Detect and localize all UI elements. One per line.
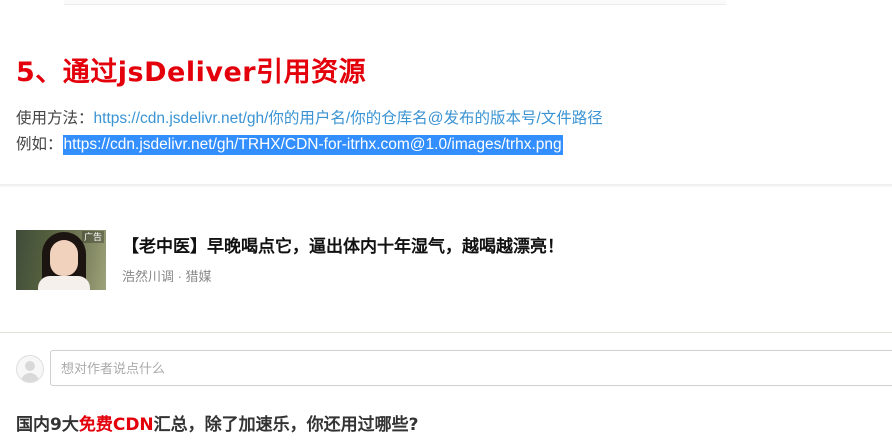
article-end-divider <box>0 184 892 187</box>
ad-card[interactable]: 广告 【老中医】早晚喝点它，逼出体内十年湿气，越喝越漂亮！ 浩然川调 · 猎媒 <box>16 230 892 292</box>
section-heading: 5、通过jsDeliver引用资源 <box>16 57 367 88</box>
previous-code-block-edge <box>64 0 726 5</box>
related-highlight: 免费CDN <box>78 415 154 435</box>
avatar-head <box>25 361 35 371</box>
ad-source: 浩然川调 · 猎媒 <box>122 269 212 284</box>
ad-thumbnail[interactable]: 广告 <box>16 230 106 290</box>
comment-input[interactable] <box>50 350 892 386</box>
related-prefix: 国内9大 <box>16 415 79 435</box>
usage-label: 使用方法： <box>16 110 94 127</box>
ad-title[interactable]: 【老中医】早晚喝点它，逼出体内十年湿气，越喝越漂亮！ <box>122 232 564 257</box>
usage-link[interactable]: https://cdn.jsdelivr.net/gh/你的用户名/你的仓库名@… <box>94 110 603 127</box>
example-link-selected[interactable]: https://cdn.jsdelivr.net/gh/TRHX/CDN-for… <box>62 135 563 155</box>
thumbnail-face <box>50 240 78 276</box>
thumbnail-shirt <box>38 276 90 290</box>
comment-divider <box>0 332 892 333</box>
related-suffix: 汇总，除了加速乐，你还用过哪些? <box>153 415 419 435</box>
example-line: 例如：https://cdn.jsdelivr.net/gh/TRHX/CDN-… <box>16 132 563 155</box>
user-avatar-icon <box>16 355 44 383</box>
example-label: 例如： <box>16 136 63 153</box>
ad-badge: 广告 <box>81 231 104 243</box>
related-article-title[interactable]: 国内9大免费CDN汇总，除了加速乐，你还用过哪些? <box>16 410 419 435</box>
avatar-body <box>21 373 39 382</box>
usage-line: 使用方法：https://cdn.jsdelivr.net/gh/你的用户名/你… <box>16 106 603 128</box>
